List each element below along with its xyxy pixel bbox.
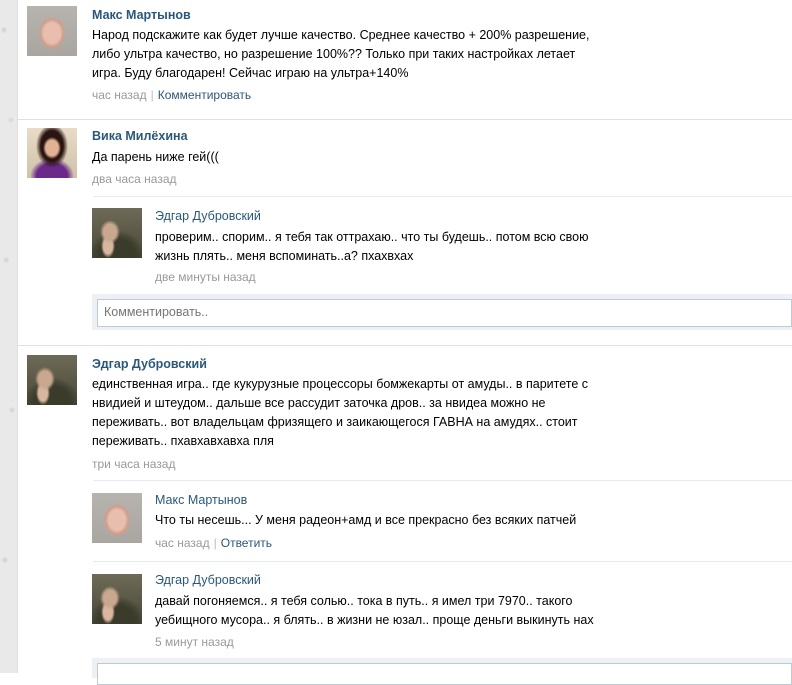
post-text-line: игра. Буду благодарен! Сейчас играю на у…	[92, 66, 409, 80]
post-meta: час назад | Комментировать	[92, 88, 251, 102]
comment-box[interactable]	[97, 663, 792, 685]
reply-author[interactable]: Эдгар Дубровский	[155, 209, 261, 223]
reply-text: проверим.. спорим.. я тебя так оттрахаю.…	[155, 228, 588, 266]
post-text-line: единственная игра.. где кукурузные проце…	[92, 377, 589, 391]
comment-input[interactable]	[98, 300, 792, 324]
post-text-line: Народ подскажите как будет лучше качеств…	[92, 28, 590, 42]
reply-text-line: Что ты несешь... У меня радеон+амд и все…	[155, 513, 577, 527]
post-author[interactable]: Вика Милёхина	[92, 129, 188, 143]
post-text-line: переживать.. пхавхавхавха пля	[92, 434, 274, 448]
comment-box	[97, 299, 792, 327]
post-divider	[18, 345, 792, 346]
post-text-line: Да парень ниже гей(((	[92, 150, 219, 164]
post-author[interactable]: Макс Мартынов	[92, 8, 191, 22]
reply-author[interactable]: Макс Мартынов	[155, 493, 247, 507]
post-text: Народ подскажите как будет лучше качеств…	[92, 26, 590, 83]
avatar[interactable]	[27, 355, 77, 405]
post-time[interactable]: три часа назад	[92, 457, 175, 471]
reply-text-line: уебищного мусора.. я блять.. в жизни не …	[155, 613, 594, 627]
reply-time[interactable]: две минуты назад	[155, 270, 256, 284]
reply-divider	[93, 196, 792, 197]
reply-text: давай погоняемся.. я тебя солью.. тока в…	[155, 592, 594, 630]
reply-time[interactable]: час назад	[155, 536, 210, 550]
post-time[interactable]: час назад	[92, 88, 147, 102]
reply-author[interactable]: Эдгар Дубровский	[155, 573, 261, 587]
reply-text-line: давай погоняемся.. я тебя солью.. тока в…	[155, 594, 573, 608]
reply-divider	[93, 480, 792, 481]
reply-time[interactable]: 5 минут назад	[155, 635, 234, 649]
post-text-line: нвидией и штеудом.. дальше все рассудит …	[92, 396, 546, 410]
meta-separator: |	[150, 88, 154, 102]
post-author[interactable]: Эдгар Дубровский	[92, 357, 207, 371]
reply-text: Что ты несешь... У меня радеон+амд и все…	[155, 511, 576, 530]
post-text: единственная игра.. где кукурузные проце…	[92, 375, 588, 451]
post-time[interactable]: два часа назад	[92, 172, 177, 186]
reply-text-line: проверим.. спорим.. я тебя так оттрахаю.…	[155, 230, 589, 244]
post-text: Да парень ниже гей(((	[92, 148, 219, 167]
avatar[interactable]	[92, 493, 142, 543]
reply-divider	[93, 561, 792, 562]
meta-separator: |	[213, 536, 217, 550]
avatar[interactable]	[92, 208, 142, 258]
post-text-line: либо ультра качество, но разрешение 100%…	[92, 47, 576, 61]
post-divider	[18, 119, 792, 120]
avatar[interactable]	[27, 6, 77, 56]
comment-link[interactable]: Комментировать	[158, 88, 251, 102]
reply-meta: час назад | Ответить	[155, 536, 272, 550]
reply-link[interactable]: Ответить	[221, 536, 272, 550]
post-text-line: переживать.. вот владельцам фризящего и …	[92, 415, 578, 429]
avatar[interactable]	[27, 128, 77, 178]
avatar[interactable]	[92, 574, 142, 624]
reply-text-line: жизнь плять.. меня вспоминать..а? пхахвх…	[155, 249, 414, 263]
page-background-edge	[0, 0, 18, 673]
